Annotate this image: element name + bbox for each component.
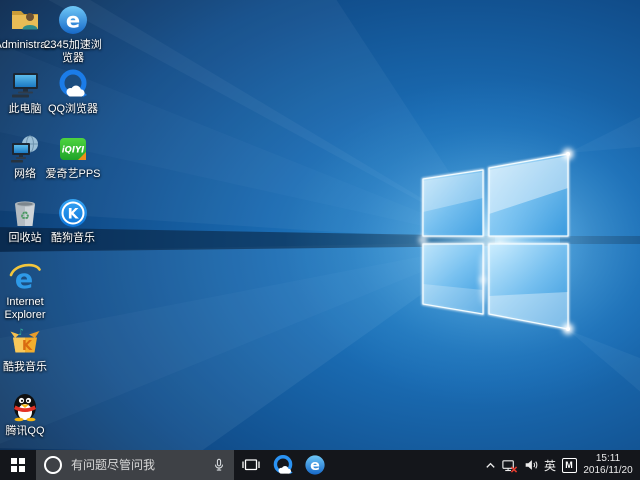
tray-clock[interactable]: 15:11 2016/11/20 xyxy=(579,450,637,480)
icon-label: 腾讯QQ xyxy=(5,425,44,438)
icon-label: 酷狗音乐 xyxy=(51,232,95,245)
desktop-icon-2345-browser[interactable]: e 2345加速浏览器 xyxy=(49,4,97,66)
task-view-button[interactable] xyxy=(236,450,266,480)
tray-ime-mode-button[interactable]: M xyxy=(559,450,579,480)
start-button[interactable] xyxy=(0,450,36,480)
internet-explorer-icon: e xyxy=(9,261,41,293)
taskbar-2345-browser-button[interactable]: e xyxy=(300,450,330,480)
kuwo-music-icon: K ♪ xyxy=(9,326,41,358)
qq-penguin-icon xyxy=(9,390,41,422)
icon-label: 2345加速浏览器 xyxy=(44,39,102,66)
svg-text:iQIYI: iQIYI xyxy=(62,146,85,156)
microphone-icon[interactable] xyxy=(212,458,226,472)
icon-label: 爱奇艺PPS xyxy=(46,168,101,181)
computer-icon xyxy=(9,68,41,100)
cortana-icon xyxy=(44,456,62,474)
2345-browser-icon: e xyxy=(57,4,89,36)
tray-ime-language[interactable]: 英 xyxy=(541,450,559,480)
svg-text:K: K xyxy=(22,339,33,354)
svg-text:K: K xyxy=(68,207,80,223)
desktop-icon-this-pc[interactable]: 此电脑 xyxy=(1,68,49,116)
task-view-icon xyxy=(241,455,261,475)
kugou-music-icon: K xyxy=(57,197,89,229)
tray-chevron-button[interactable] xyxy=(481,450,499,480)
taskbar: e xyxy=(0,450,640,480)
network-icon xyxy=(9,133,41,165)
desktop-icon-tencent-qq[interactable]: 腾讯QQ xyxy=(1,390,49,438)
screen: Administra... e 2345加速浏览器 xyxy=(0,0,640,480)
system-tray: 英 M 15:11 2016/11/20 xyxy=(481,450,640,480)
desktop-icon-iqiyi-pps[interactable]: iQIYI 爱奇艺PPS xyxy=(49,133,97,181)
icon-label: QQ浏览器 xyxy=(48,103,98,116)
desktop-icon-internet-explorer[interactable]: e Internet Explorer xyxy=(1,261,49,323)
taskbar-qq-browser-button[interactable] xyxy=(268,450,298,480)
tray-network-button[interactable] xyxy=(499,450,520,480)
taskbar-search-box[interactable] xyxy=(36,450,234,480)
desktop-icon-administrator[interactable]: Administra... xyxy=(1,4,49,52)
svg-text:e: e xyxy=(310,458,320,474)
svg-text:♻: ♻ xyxy=(20,210,30,223)
icon-label: 网络 xyxy=(14,168,36,181)
icon-label: 酷我音乐 xyxy=(3,361,47,374)
icon-label: 回收站 xyxy=(9,232,42,245)
clock-date: 2016/11/20 xyxy=(583,465,632,478)
network-disconnected-icon xyxy=(501,457,518,474)
desktop-icon-recycle-bin[interactable]: ♻ 回收站 xyxy=(1,197,49,245)
desktop[interactable]: Administra... e 2345加速浏览器 xyxy=(0,0,640,450)
2345-browser-icon: e xyxy=(304,454,326,476)
desktop-icon-kugou-music[interactable]: K 酷狗音乐 xyxy=(49,197,97,245)
search-input[interactable] xyxy=(69,457,205,473)
icon-label: 此电脑 xyxy=(9,103,42,116)
speaker-icon xyxy=(523,457,539,473)
chevron-up-icon xyxy=(484,459,497,472)
user-folder-icon xyxy=(9,4,41,36)
svg-text:e: e xyxy=(66,9,80,33)
svg-text:♪: ♪ xyxy=(18,328,24,338)
desktop-icon-kuwo-music[interactable]: K ♪ 酷我音乐 xyxy=(1,326,49,374)
tray-volume-button[interactable] xyxy=(520,450,541,480)
iqiyi-icon: iQIYI xyxy=(57,133,89,165)
qq-browser-icon xyxy=(272,454,294,476)
ime-mode-icon: M xyxy=(562,458,577,473)
recycle-bin-icon: ♻ xyxy=(9,197,41,229)
desktop-icon-qq-browser[interactable]: QQ浏览器 xyxy=(49,68,97,116)
qq-browser-icon xyxy=(57,68,89,100)
desktop-icon-network[interactable]: 网络 xyxy=(1,133,49,181)
icon-label: Internet Explorer xyxy=(0,296,54,323)
clock-time: 15:11 xyxy=(596,453,620,466)
windows-logo-icon xyxy=(11,458,25,472)
